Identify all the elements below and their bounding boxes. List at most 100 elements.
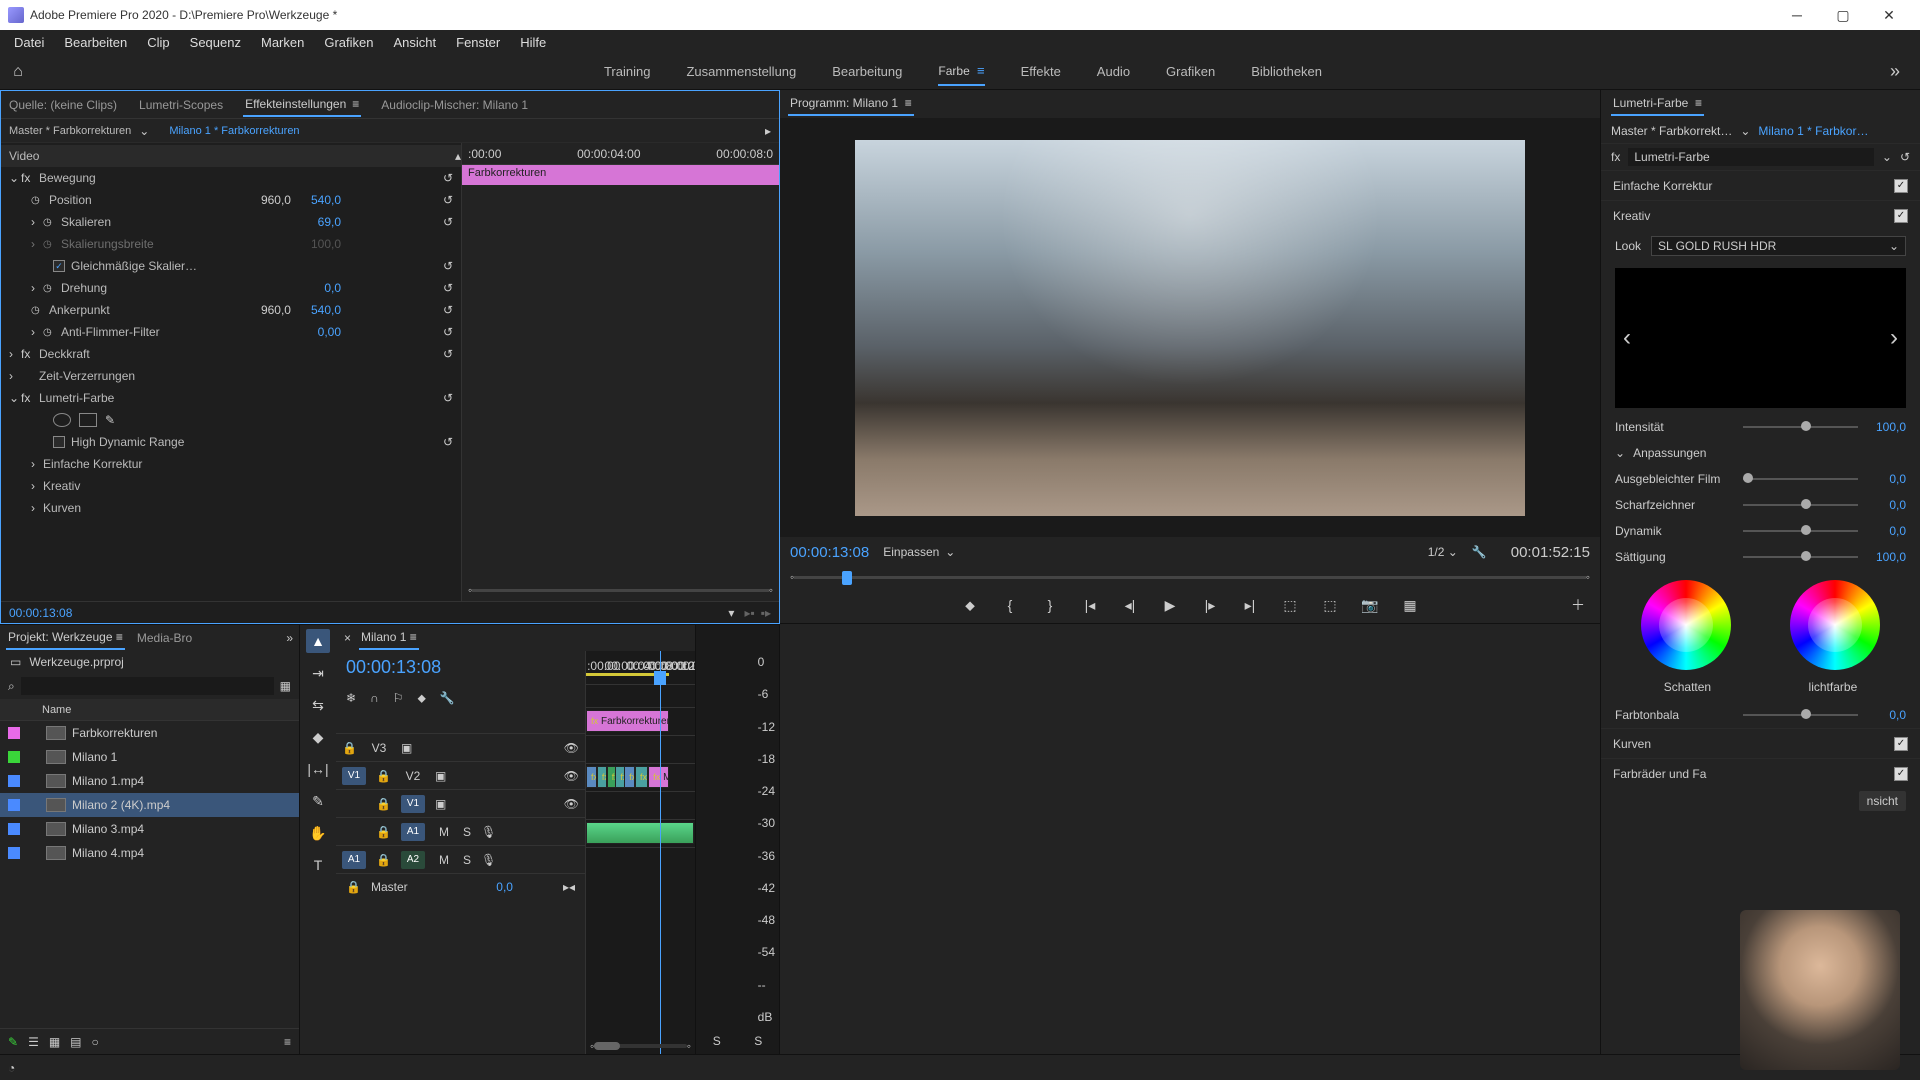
solo-button[interactable]: S [463,825,471,839]
menu-ansicht[interactable]: Ansicht [383,31,446,54]
go-to-in-button[interactable]: |◂ [1080,595,1100,615]
source-v1[interactable]: V1 [342,767,366,785]
ws-zusammenstellung[interactable]: Zusammenstellung [686,58,796,85]
search-icon[interactable]: ⌕ [8,679,15,694]
prop-bewegung[interactable]: Bewegung [39,171,96,185]
search-input[interactable] [21,677,274,695]
ws-training[interactable]: Training [604,58,650,85]
reset-icon[interactable]: ↺ [443,171,453,185]
reset-icon[interactable]: ↺ [443,215,453,229]
prop-kreativ[interactable]: Kreativ [43,479,80,493]
toggle-output-icon[interactable]: ▣ [435,769,446,783]
reset-icon[interactable]: ↺ [443,193,453,207]
tab-media-browser[interactable]: Media-Bro [135,627,194,649]
voiceover-icon[interactable]: 🎙 [481,825,496,839]
eye-icon[interactable]: 👁 [564,797,579,811]
snap-icon[interactable]: ❄ [346,691,356,705]
prop-kurven[interactable]: Kurven [43,501,81,515]
ws-effekte[interactable]: Effekte [1021,58,1061,85]
tab-effekteinstellungen[interactable]: Effekteinstellungen≡ [243,93,361,117]
prev-look-button[interactable]: ‹ [1623,324,1631,352]
effect-timecode[interactable]: 00:00:13:08 [9,606,72,620]
tab-audioclip-mischer[interactable]: Audioclip-Mischer: Milano 1 [379,94,530,116]
column-name[interactable]: Name [0,699,299,721]
play-icon[interactable]: ▸ [765,124,771,138]
maximize-button[interactable]: ▢ [1820,0,1866,30]
section-kreativ[interactable]: Kreativ✓ [1601,200,1920,230]
menu-fenster[interactable]: Fenster [446,31,510,54]
timeline-clip[interactable]: fxMila [624,766,635,788]
effect-clip-bar[interactable]: Farbkorrekturen [462,165,779,185]
ws-grafiken[interactable]: Grafiken [1166,58,1215,85]
chevron-down-icon[interactable]: ⌄ [1882,150,1892,164]
menu-grafiken[interactable]: Grafiken [314,31,383,54]
checkbox-kreativ[interactable]: ✓ [1894,209,1908,223]
chevron-down-icon[interactable]: ⌄ [1615,446,1625,460]
tab-projekt[interactable]: Projekt: Werkzeuge ≡ [6,626,125,650]
slider-scharfzeichner[interactable] [1743,504,1858,506]
program-viewport[interactable] [780,118,1600,537]
timeline-clip[interactable]: fxMilano 4.mp4 [648,766,669,788]
reset-icon[interactable]: ↺ [443,325,453,339]
label-swatch[interactable] [8,727,20,739]
prop-einfache[interactable]: Einfache Korrektur [43,457,142,471]
toggle-output-icon[interactable]: ▣ [435,797,446,811]
checkbox-kurven[interactable]: ✓ [1894,737,1908,751]
reset-icon[interactable]: ↺ [443,303,453,317]
export-frame-button[interactable]: 📷 [1360,595,1380,615]
reset-icon[interactable]: ↺ [443,391,453,405]
freeform-view-icon[interactable]: ▤ [70,1035,81,1049]
project-item[interactable]: Milano 1.mp4 [0,769,299,793]
slider-dynamik[interactable] [1743,530,1858,532]
chevron-down-icon[interactable]: ⌄ [1740,124,1750,138]
reset-icon[interactable]: ↺ [443,259,453,273]
project-item[interactable]: Milano 1 [0,745,299,769]
playhead-line[interactable] [660,651,661,1054]
checkbox-hdr[interactable] [53,436,65,448]
step-back-button[interactable]: ◂| [1120,595,1140,615]
target-a1[interactable]: A1 [401,823,425,841]
checkbox-farbraeder[interactable]: ✓ [1894,767,1908,781]
voiceover-icon[interactable]: 🎙 [481,853,496,867]
project-item[interactable]: Milano 3.mp4 [0,817,299,841]
ripple-edit-tool[interactable]: ⇆ [306,693,330,717]
program-timecode[interactable]: 00:00:13:08 [790,544,869,561]
prop-lumetri[interactable]: Lumetri-Farbe [39,391,114,405]
target-v1[interactable]: V1 [401,795,425,813]
extract-button[interactable]: ⬚ [1320,595,1340,615]
tab-quelle[interactable]: Quelle: (keine Clips) [7,94,119,116]
menu-sequenz[interactable]: Sequenz [180,31,251,54]
project-item[interactable]: Milano 4.mp4 [0,841,299,865]
slider-farbtonbalance[interactable] [1743,714,1858,716]
mute-button[interactable]: M [439,825,449,839]
slider-intensitaet[interactable] [1743,426,1858,428]
wrench-icon[interactable]: 🔧 [440,691,455,705]
label-swatch[interactable] [8,799,20,811]
razor-tool[interactable]: ◆ [306,725,330,749]
menu-clip[interactable]: Clip [137,31,179,54]
next-look-button[interactable]: › [1890,324,1898,352]
look-dropdown[interactable]: SL GOLD RUSH HDR⌄ [1651,236,1906,256]
hand-tool[interactable]: ✋ [306,821,330,845]
panel-menu-icon[interactable]: ≡ [284,1035,291,1049]
ws-bibliotheken[interactable]: Bibliotheken [1251,58,1322,85]
audio-clip[interactable] [586,822,694,844]
prop-zeit[interactable]: Zeit-Verzerrungen [39,369,135,383]
menu-marken[interactable]: Marken [251,31,314,54]
solo-button[interactable]: S [463,853,471,867]
home-icon[interactable]: ⌂ [0,63,36,81]
tab-lumetri-scopes[interactable]: Lumetri-Scopes [137,94,225,116]
lock-icon[interactable]: 🔒 [376,797,391,811]
marker-button[interactable]: ⬥ [960,595,980,615]
source-a1[interactable]: A1 [342,851,366,869]
eye-icon[interactable]: 👁 [564,769,579,783]
lock-icon[interactable]: 🔒 [342,741,357,755]
label-swatch[interactable] [8,847,20,859]
toggle-output-icon[interactable]: ▣ [401,741,412,755]
settings-icon[interactable]: ⬥ [417,691,425,706]
ws-bearbeitung[interactable]: Bearbeitung [832,58,902,85]
target-a2[interactable]: A2 [401,851,425,869]
slip-tool[interactable]: |↔| [306,757,330,781]
mask-ellipse-icon[interactable] [53,413,71,427]
program-scrubber[interactable]: ◦◦ [780,567,1600,587]
